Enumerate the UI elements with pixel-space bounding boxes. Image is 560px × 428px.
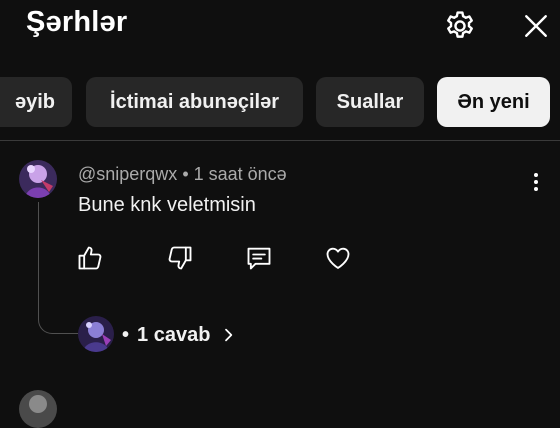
chip-liked[interactable]: əyib <box>0 77 72 127</box>
replies-dot: • <box>122 323 130 346</box>
avatar-image <box>19 160 57 198</box>
replies-label: 1 cavab <box>137 323 211 346</box>
chevron-right-icon <box>220 327 236 343</box>
comment-text: Bune knk veletmisin <box>78 194 256 216</box>
thumbs-up-icon <box>78 246 102 270</box>
chip-questions[interactable]: Suallar <box>316 77 424 127</box>
close-icon <box>525 15 547 37</box>
heart-button[interactable] <box>323 243 353 273</box>
comment-meta: @sniperqwx • 1 saat öncə <box>78 164 287 185</box>
next-avatar[interactable] <box>19 390 57 428</box>
chip-newest[interactable]: Ən yeni <box>437 77 550 127</box>
settings-button[interactable] <box>440 6 480 46</box>
chip-label: Suallar <box>336 90 404 113</box>
gear-icon <box>447 11 473 38</box>
chip-label: Ən yeni <box>457 90 530 113</box>
filter-chips: əyib İctimai abunəçilər Suallar Ən yeni <box>0 77 560 129</box>
like-button[interactable] <box>75 243 105 273</box>
reply-avatar-image <box>78 316 114 352</box>
meta-separator: • <box>177 164 194 184</box>
heart-icon <box>326 247 350 269</box>
comment-time: 1 saat öncə <box>193 164 287 184</box>
chip-label: İctimai abunəçilər <box>110 90 279 113</box>
reply-avatar[interactable] <box>78 316 114 352</box>
close-button[interactable] <box>516 6 556 46</box>
comment-icon <box>247 247 271 270</box>
page-title: Şərhlər <box>26 6 128 38</box>
chip-label: əyib <box>14 90 56 113</box>
chip-public-subscribers[interactable]: İctimai abunəçilər <box>86 77 303 127</box>
divider <box>0 140 560 141</box>
next-avatar-image <box>19 390 57 428</box>
view-replies-button[interactable]: • 1 cavab <box>122 320 236 350</box>
thumbs-down-icon <box>168 246 192 270</box>
thread-line <box>38 202 78 334</box>
panel-header: Şərhlər <box>0 0 560 56</box>
dislike-button[interactable] <box>165 243 195 273</box>
more-options-button[interactable] <box>524 170 548 194</box>
comment-author[interactable]: @sniperqwx <box>78 164 177 184</box>
reply-button[interactable] <box>244 243 274 273</box>
avatar[interactable] <box>19 160 57 198</box>
more-vert-icon <box>534 173 538 191</box>
